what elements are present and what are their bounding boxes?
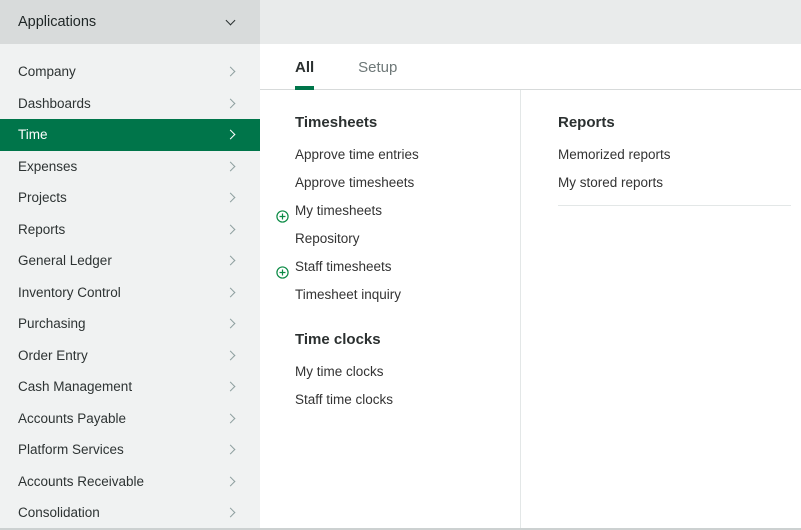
chevron-right-icon [226,413,236,423]
section-title-reports: Reports [558,114,791,131]
sidebar-item-label: Cash Management [18,379,132,394]
sidebar-item-inventory-control[interactable]: Inventory Control [0,277,260,309]
chevron-right-icon [226,130,236,140]
reports-column: Reports Memorized reports My stored repo… [520,90,801,528]
sidebar-item-label: Projects [18,190,67,205]
chevron-right-icon [226,508,236,518]
applications-title: Applications [18,14,96,30]
link-staff-timesheets[interactable]: Staff timesheets [295,253,520,281]
sidebar-item-label: Dashboards [18,96,91,111]
sidebar-item-label: Purchasing [18,316,86,331]
sidebar-item-general-ledger[interactable]: General Ledger [0,245,260,277]
timesheets-column: Timesheets Approve time entries Approve … [260,90,520,528]
link-my-stored-reports[interactable]: My stored reports [558,169,791,197]
sidebar-item-company[interactable]: Company [0,56,260,88]
link-label: Staff timesheets [295,259,392,274]
link-my-time-clocks[interactable]: My time clocks [295,358,520,386]
chevron-right-icon [226,382,236,392]
applications-menu-header[interactable]: Applications [0,0,260,44]
section-divider [558,205,791,206]
sidebar-item-label: General Ledger [18,253,112,268]
chevron-down-icon [226,16,236,26]
sidebar-item-label: Accounts Payable [18,411,126,426]
link-memorized-reports[interactable]: Memorized reports [558,141,791,169]
sidebar-item-label: Order Entry [18,348,88,363]
chevron-right-icon [226,193,236,203]
sidebar-item-label: Platform Services [18,442,124,457]
tab-bar: All Setup [260,44,801,90]
link-repository[interactable]: Repository [295,225,520,253]
sidebar-item-label: Company [18,64,76,79]
sidebar-item-label: Accounts Receivable [18,474,144,489]
sidebar-item-label: Reports [18,222,65,237]
tab-all[interactable]: All [295,59,314,89]
top-strip [260,0,801,44]
chevron-right-icon [226,98,236,108]
sidebar-item-time[interactable]: Time [0,119,260,151]
add-icon[interactable] [276,261,289,274]
sidebar-item-order-entry[interactable]: Order Entry [0,340,260,372]
link-approve-timesheets[interactable]: Approve timesheets [295,169,520,197]
sidebar-item-dashboards[interactable]: Dashboards [0,88,260,120]
sidebar-item-accounts-payable[interactable]: Accounts Payable [0,403,260,435]
menu-columns: Timesheets Approve time entries Approve … [260,90,801,528]
add-icon[interactable] [276,205,289,218]
sidebar-item-reports[interactable]: Reports [0,214,260,246]
top-bar: Applications [0,0,801,44]
sidebar-item-label: Time [18,127,48,142]
chevron-right-icon [226,256,236,266]
chevron-right-icon [226,319,236,329]
section-title-time-clocks: Time clocks [295,331,520,348]
sidebar-item-label: Consolidation [18,505,100,520]
chevron-right-icon [226,445,236,455]
link-timesheet-inquiry[interactable]: Timesheet inquiry [295,281,520,309]
tab-setup[interactable]: Setup [358,59,397,89]
link-my-timesheets[interactable]: My timesheets [295,197,520,225]
chevron-right-icon [226,161,236,171]
sidebar-item-platform-services[interactable]: Platform Services [0,434,260,466]
sidebar-item-accounts-receivable[interactable]: Accounts Receivable [0,466,260,498]
sidebar-item-label: Inventory Control [18,285,121,300]
link-label: My timesheets [295,203,382,218]
section-title-timesheets: Timesheets [295,114,520,131]
time-application-panel: All Setup Timesheets Approve time entrie… [260,44,801,528]
applications-sidebar: Company Dashboards Time Expenses Project… [0,44,260,528]
sidebar-item-consolidation[interactable]: Consolidation [0,497,260,528]
chevron-right-icon [226,287,236,297]
chevron-right-icon [226,350,236,360]
sidebar-item-label: Expenses [18,159,77,174]
chevron-right-icon [226,67,236,77]
chevron-right-icon [226,476,236,486]
sidebar-item-projects[interactable]: Projects [0,182,260,214]
sidebar-item-cash-management[interactable]: Cash Management [0,371,260,403]
link-staff-time-clocks[interactable]: Staff time clocks [295,386,520,414]
chevron-right-icon [226,224,236,234]
sidebar-item-purchasing[interactable]: Purchasing [0,308,260,340]
sidebar-item-expenses[interactable]: Expenses [0,151,260,183]
link-approve-time-entries[interactable]: Approve time entries [295,141,520,169]
